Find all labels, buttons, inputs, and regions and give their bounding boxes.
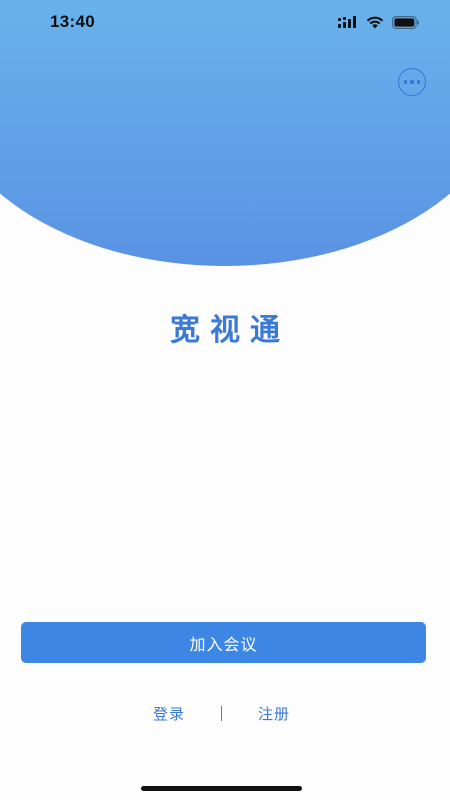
more-options-icon-dot — [410, 80, 414, 84]
cellular-signal-icon — [338, 16, 358, 28]
status-bar: 13:40 — [0, 0, 450, 44]
status-icons — [338, 15, 420, 29]
link-divider — [221, 706, 222, 721]
app-title: 宽视通 — [170, 313, 290, 348]
join-meeting-button[interactable]: 加入会议 — [21, 622, 426, 663]
register-link[interactable]: 注册 — [258, 703, 290, 724]
more-options-icon — [403, 80, 408, 84]
home-indicator[interactable] — [141, 786, 302, 791]
login-link[interactable]: 登录 — [153, 703, 185, 724]
battery-icon — [392, 15, 420, 29]
more-options-icon-dot — [416, 80, 421, 84]
wifi-icon — [366, 16, 384, 29]
app-screen: 13:40 宽视通 加入会议 登录 注册 — [0, 0, 450, 800]
status-time: 13:40 — [50, 12, 95, 31]
more-options-button[interactable] — [398, 68, 426, 96]
auth-links: 登录 注册 — [0, 703, 450, 725]
